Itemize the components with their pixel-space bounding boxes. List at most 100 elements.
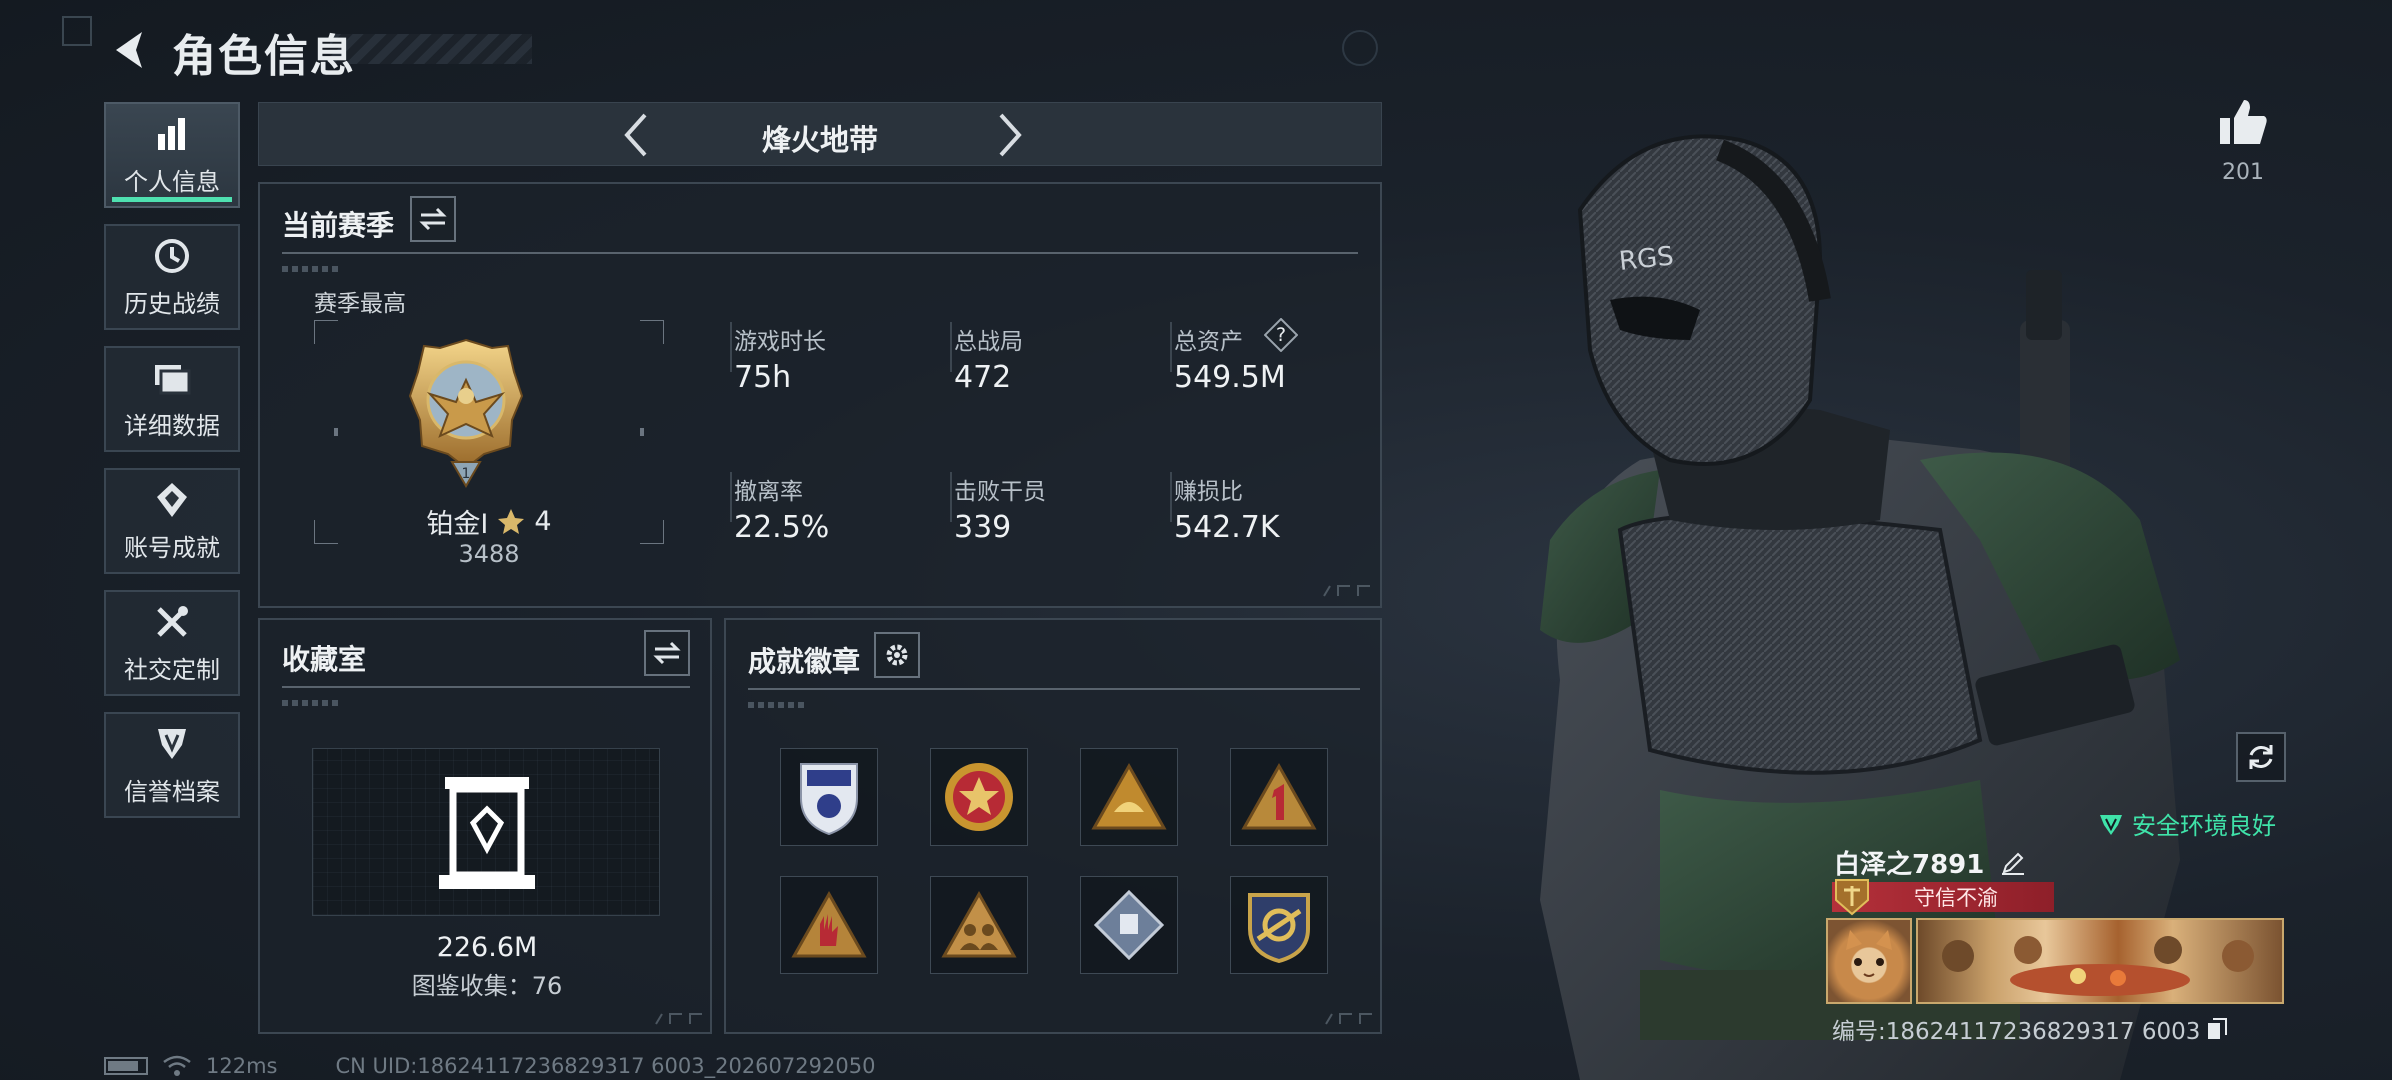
rank-name: 铂金I — [426, 509, 489, 540]
mode-selector: 烽火地带 — [258, 102, 1382, 166]
rank-points: 3488 — [458, 540, 520, 568]
sidebar-item-personal-info[interactable]: 个人信息 — [104, 102, 240, 208]
collection-catalog: 图鉴收集：76 — [411, 972, 563, 1000]
help-button[interactable]: ? — [1264, 318, 1298, 352]
avatar[interactable] — [1826, 918, 1912, 1004]
dash-decoration — [282, 700, 342, 706]
rank-emblem-icon: 1 — [408, 338, 524, 488]
badge-slot-5[interactable] — [780, 876, 878, 974]
divider — [748, 688, 1360, 690]
cake-badge-icon — [1091, 762, 1167, 830]
star-medal-icon — [945, 763, 1013, 831]
badges-title: 成就徽章 — [748, 645, 861, 678]
svg-text:1: 1 — [462, 466, 471, 482]
title-emblem-icon — [1835, 879, 1869, 916]
page-title: 角色信息 — [172, 31, 356, 82]
rank-info: 铂金I 4 — [334, 502, 644, 541]
stat-label-total-assets: 总资产 — [1174, 329, 1243, 355]
display-case-icon — [439, 777, 535, 889]
swap-icon — [653, 641, 681, 665]
wrench-icon — [150, 602, 194, 642]
stat-value-extract-rate: 22.5% — [734, 510, 830, 545]
refresh-button[interactable] — [2236, 732, 2286, 782]
thumbs-up-icon — [2220, 100, 2267, 144]
stat-value-operators-killed: 339 — [954, 510, 1012, 545]
refresh-icon — [2249, 745, 2273, 769]
corner-decoration — [62, 16, 92, 46]
sidebar-item-label: 账号成就 — [124, 533, 220, 562]
collection-title: 收藏室 — [282, 643, 367, 676]
stat-value-total-matches: 472 — [954, 360, 1012, 395]
corner-marks-decoration — [655, 1013, 702, 1025]
cat-avatar-icon — [1846, 930, 1892, 977]
player-title-tag[interactable]: 守信不渝 — [1832, 879, 2054, 916]
sidebar-item-reputation[interactable]: 信誉档案 — [104, 712, 240, 818]
safety-status: 安全环境良好 — [2098, 806, 2276, 841]
season-title: 当前赛季 — [282, 209, 395, 242]
ping: 122ms — [206, 1054, 278, 1078]
badges-panel: 成就徽章 — [724, 618, 1382, 1034]
safety-status-text: 安全环境良好 — [2132, 812, 2276, 840]
collection-switch-button[interactable] — [644, 630, 690, 676]
back-button[interactable] — [100, 22, 160, 78]
number-one-badge-icon — [1241, 762, 1317, 830]
badge-slot-3[interactable] — [1080, 748, 1178, 846]
history-icon — [150, 236, 194, 276]
copy-icon[interactable] — [2206, 1017, 2228, 1041]
collection-value: 226.6M — [436, 932, 538, 963]
help-icon-glyph: ? — [1275, 324, 1287, 346]
badge-slot-4[interactable] — [1230, 748, 1328, 846]
uid-text: CN UID:18624117236829317 6003_2026072920… — [335, 1054, 876, 1078]
badge-slot-2[interactable] — [930, 748, 1028, 846]
stat-value-profit-ratio: 542.7K — [1174, 510, 1280, 545]
mode-next-button[interactable] — [985, 111, 1033, 159]
player-id: 编号:18624117236829317 6003 — [1832, 1019, 2201, 1045]
chevron-right-icon — [999, 113, 1022, 157]
status-bar: 122ms CN UID:18624117236829317 6003_2026… — [104, 1054, 875, 1078]
wifi-icon — [163, 1055, 191, 1076]
season-switch-button[interactable] — [410, 196, 456, 242]
folder-icon — [150, 358, 194, 398]
profile-banner[interactable] — [1916, 918, 2284, 1004]
svg-text:RGS: RGS — [1618, 241, 1676, 277]
sidebar-item-label: 详细数据 — [124, 411, 220, 440]
badge-slot-7[interactable] — [1080, 876, 1178, 974]
stat-label-playtime: 游戏时长 — [734, 329, 826, 355]
collection-panel: 收藏室 226.6M 图鉴收集：76 — [258, 618, 712, 1034]
sidebar-item-social[interactable]: 社交定制 — [104, 590, 240, 696]
collection-display-case[interactable] — [312, 748, 660, 916]
stat-value-total-assets: 549.5M — [1174, 360, 1286, 395]
sidebar-item-achievements[interactable]: 账号成就 — [104, 468, 240, 574]
badge-slot-8[interactable] — [1230, 876, 1328, 974]
dash-decoration — [282, 266, 342, 272]
like-button[interactable] — [2216, 96, 2270, 150]
stat-label-operators-killed: 击败干员 — [954, 479, 1046, 505]
sidebar-item-detail-data[interactable]: 详细数据 — [104, 346, 240, 452]
star-icon — [498, 508, 525, 534]
player-title-text: 守信不渝 — [1914, 886, 1998, 910]
stat-divider — [950, 322, 952, 372]
sidebar-item-label: 历史战绩 — [124, 289, 220, 318]
stat-divider — [730, 472, 732, 522]
stat-divider — [730, 322, 732, 372]
stat-divider — [1170, 322, 1172, 372]
season-panel: 当前赛季 赛季最高 1 铂金I 4 3488 游戏时长 75h 总战局 472 … — [258, 182, 1382, 608]
badge-slot-6[interactable] — [930, 876, 1028, 974]
badges-settings-button[interactable] — [874, 632, 920, 678]
sidebar-item-label: 个人信息 — [124, 167, 220, 196]
gear-icon — [886, 644, 908, 666]
stat-divider — [1170, 472, 1172, 522]
sidebar: 个人信息 历史战绩 详细数据 账号成就 社交定制 信誉档案 — [104, 102, 240, 834]
like-count: 201 — [2222, 160, 2264, 185]
stat-label-extract-rate: 撤离率 — [734, 479, 803, 505]
edit-icon[interactable] — [2000, 850, 2026, 876]
badge-slot-1[interactable] — [780, 748, 878, 846]
back-arrow-icon — [116, 32, 142, 68]
achievement-icon — [150, 480, 194, 520]
sidebar-item-history[interactable]: 历史战绩 — [104, 224, 240, 330]
battery-icon — [104, 1057, 148, 1075]
crest-badge-icon — [1248, 893, 1310, 963]
player-id-row: 编号:18624117236829317 6003 — [1832, 1012, 2228, 1046]
safety-shield-icon — [2100, 814, 2122, 835]
stat-label-total-matches: 总战局 — [954, 329, 1023, 355]
